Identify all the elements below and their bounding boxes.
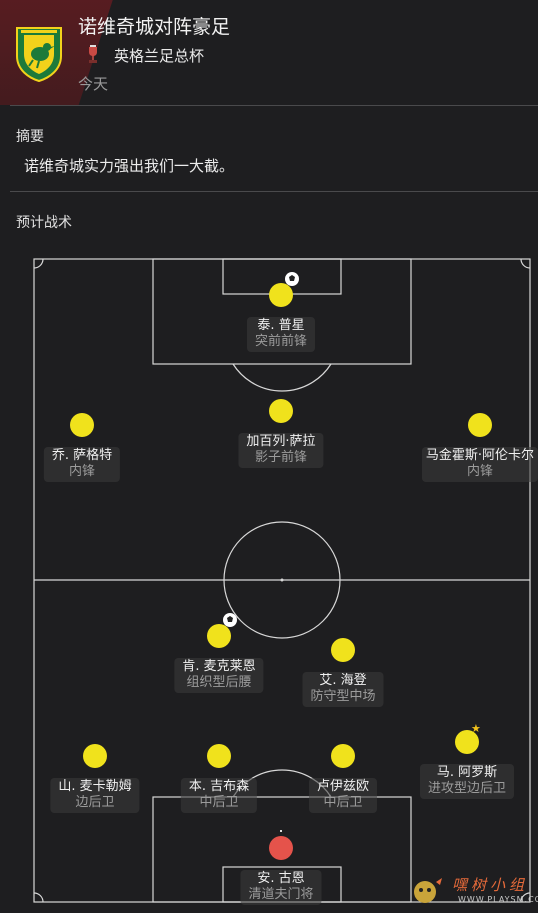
- player-name: 乔. 萨格特: [51, 448, 113, 463]
- player-plate: 马金霍斯·阿伦卡尔 内锋: [421, 447, 538, 482]
- football-icon: [285, 272, 299, 286]
- player-role: 防守型中场: [310, 689, 376, 704]
- player-name: 卢伊兹欧: [316, 779, 370, 794]
- player-dot: [468, 413, 492, 437]
- player-name: 本. 吉布森: [188, 779, 250, 794]
- player-name: 山. 麦卡勒姆: [58, 779, 132, 794]
- player-dot: [269, 399, 293, 423]
- player-dot: [331, 638, 355, 662]
- player-role: 边后卫: [75, 795, 115, 810]
- player-dot: [83, 744, 107, 768]
- player-role: 清道夫门将: [248, 887, 314, 902]
- player-plate: 肯. 麦克莱恩 组织型后腰: [174, 658, 264, 693]
- player-dot: [331, 744, 355, 768]
- player-plate: 卢伊兹欧 中后卫: [308, 778, 378, 813]
- watermark-url: WWW.PLAYSM.CC: [458, 895, 538, 904]
- player-plate: 山. 麦卡勒姆 边后卫: [50, 778, 140, 813]
- player-plate: 安. 古恩 清道夫门将: [240, 870, 322, 905]
- player-role: 组织型后腰: [186, 675, 252, 690]
- player-role: 中后卫: [199, 795, 239, 810]
- player-name: 安. 古恩: [257, 871, 305, 886]
- watermark-text: 嘿树小组: [452, 876, 529, 894]
- player-name: 艾. 海登: [319, 673, 367, 688]
- goalkeeper-dot: [269, 836, 293, 860]
- player-plate: 泰. 普星 突前前锋: [246, 317, 316, 352]
- star-icon: ★: [471, 722, 481, 735]
- player-plate: 马. 阿罗斯 进攻型边后卫: [419, 764, 515, 799]
- player-plate: 本. 吉布森 中后卫: [180, 778, 258, 813]
- player-name: 加百列·萨拉: [246, 434, 316, 449]
- player-role: 中后卫: [323, 795, 363, 810]
- player-name: 泰. 普星: [257, 318, 305, 333]
- player-role: 影子前锋: [254, 450, 308, 465]
- player-role: 内锋: [68, 464, 96, 479]
- player-name: 马金霍斯·阿伦卡尔: [425, 448, 535, 463]
- player-plate: 艾. 海登 防守型中场: [302, 672, 384, 707]
- player-name: 马. 阿罗斯: [436, 765, 498, 780]
- player-name: 肯. 麦克莱恩: [182, 659, 256, 674]
- watermark: 嘿树小组 WWW.PLAYSM.CC: [412, 872, 538, 908]
- player-dot: [207, 744, 231, 768]
- player-role: 突前前锋: [254, 334, 308, 349]
- watermark-logo-icon: [414, 878, 442, 903]
- player-plate: 加百列·萨拉 影子前锋: [238, 433, 324, 468]
- player-role: 内锋: [466, 464, 494, 479]
- player-plate: 乔. 萨格特 内锋: [43, 447, 121, 482]
- football-icon: [223, 613, 237, 627]
- player-role: 进攻型边后卫: [427, 781, 507, 796]
- marker: [280, 830, 282, 832]
- player-dot: [70, 413, 94, 437]
